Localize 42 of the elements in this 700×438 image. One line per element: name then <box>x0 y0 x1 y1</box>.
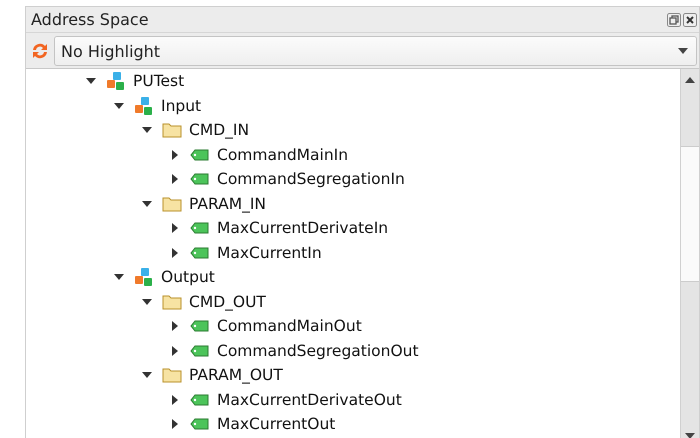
close-icon[interactable] <box>683 12 697 26</box>
expanded-arrow-icon[interactable] <box>142 370 152 380</box>
collapsed-arrow-icon[interactable] <box>170 419 180 430</box>
collapsed-arrow-icon[interactable] <box>170 321 180 332</box>
collapsed-arrow-icon[interactable] <box>170 248 180 258</box>
collapsed-arrow-icon[interactable] <box>170 223 180 234</box>
expanded-arrow-icon[interactable] <box>142 296 152 307</box>
tree-item[interactable]: MaxCurrentDerivateOut <box>217 390 402 409</box>
expanded-arrow-icon[interactable] <box>86 76 96 86</box>
cubes-icon <box>106 71 126 92</box>
cubes-icon <box>134 267 154 288</box>
collapsed-arrow-icon[interactable] <box>170 174 180 184</box>
tree-item[interactable]: PARAM_IN <box>189 194 266 213</box>
tree-item[interactable]: CommandMainOut <box>217 317 362 336</box>
tree-item[interactable]: CommandMainIn <box>217 146 348 164</box>
tree-item[interactable]: MaxCurrentDerivateIn <box>217 219 388 238</box>
tree-item[interactable]: CMD_IN <box>189 121 250 140</box>
scroll-down-icon[interactable] <box>685 433 695 438</box>
collapsed-arrow-icon[interactable] <box>170 394 180 405</box>
tree-item[interactable]: MaxCurrentOut <box>217 415 336 434</box>
panel-title: Address Space <box>31 10 149 29</box>
scrollbar[interactable] <box>680 69 699 438</box>
tree-item[interactable]: CommandSegregationOut <box>217 342 419 360</box>
collapsed-arrow-icon[interactable] <box>170 346 180 356</box>
refresh-icon[interactable] <box>30 41 50 61</box>
tree-item[interactable]: CMD_OUT <box>189 292 266 311</box>
expanded-arrow-icon[interactable] <box>142 125 152 136</box>
collapsed-arrow-icon[interactable] <box>170 150 180 160</box>
tree-item[interactable]: MaxCurrentIn <box>217 244 322 262</box>
expanded-arrow-icon[interactable] <box>142 198 152 209</box>
expanded-arrow-icon[interactable] <box>114 272 124 282</box>
tree-item[interactable]: Input <box>161 96 202 115</box>
scroll-up-icon[interactable] <box>685 77 695 83</box>
tree-item[interactable]: PUTest <box>133 72 184 90</box>
caret-icon <box>678 48 688 54</box>
cubes-icon <box>134 96 154 116</box>
float-icon[interactable] <box>667 12 681 26</box>
tree-item[interactable]: Output <box>161 268 215 286</box>
tree-item[interactable]: CommandSegregationIn <box>217 170 405 188</box>
tree-item[interactable]: PARAM_OUT <box>189 366 283 384</box>
expanded-arrow-icon[interactable] <box>114 100 124 111</box>
highlight-dropdown[interactable]: No Highlight <box>54 36 697 66</box>
